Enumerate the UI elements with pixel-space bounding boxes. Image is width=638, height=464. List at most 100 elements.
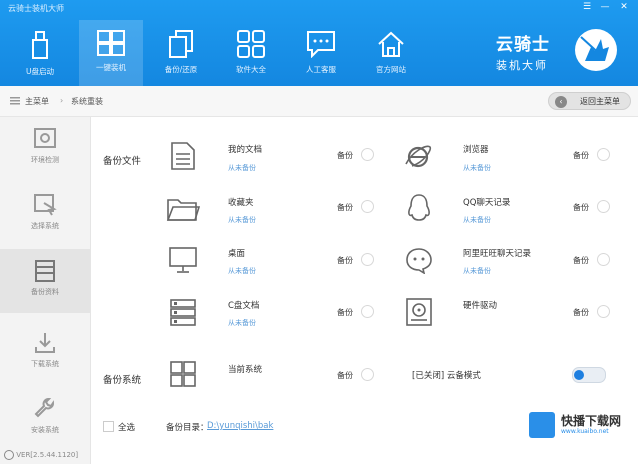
backup-label: 备份 xyxy=(573,308,589,317)
breadcrumb-separator-icon: › xyxy=(60,96,64,105)
software-grid-icon xyxy=(237,30,265,58)
backup-data-icon xyxy=(35,260,55,282)
home-icon xyxy=(378,31,404,57)
logo-text-main: 云骑士 xyxy=(496,35,550,55)
usb-drive-icon xyxy=(32,31,48,59)
backup-label: 备份 xyxy=(337,203,353,212)
toolbar-one-click-install[interactable]: 一键装机 xyxy=(79,20,143,86)
backup-dir-label: 备份目录： xyxy=(166,423,209,433)
sidebar-item-label: 选择系统 xyxy=(31,222,59,230)
backup-checkbox-system[interactable] xyxy=(361,368,374,381)
chat-support-icon xyxy=(307,31,335,58)
backup-label: 备份 xyxy=(337,256,353,265)
backup-label: 备份 xyxy=(337,371,353,380)
environment-check-icon xyxy=(34,128,56,148)
sidebar-item-label: 下载系统 xyxy=(31,360,59,368)
toggle-knob xyxy=(574,370,584,380)
sidebar-item-install: 安装系统 xyxy=(0,387,90,451)
back-button-label: 返回主菜单 xyxy=(580,97,620,106)
hardware-driver-icon xyxy=(406,298,432,326)
breadcrumb-current: 系统重装 xyxy=(71,97,103,106)
logo-text-sub: 装机大师 xyxy=(496,59,548,72)
backup-checkbox-favorites[interactable] xyxy=(361,200,374,213)
minimize-icon[interactable]: — xyxy=(598,2,612,12)
toolbar-label: 一键装机 xyxy=(96,63,126,72)
backup-checkbox-hardware-driver[interactable] xyxy=(597,305,610,318)
item-name: 阿里旺旺聊天记录 xyxy=(463,249,532,259)
item-status: 从未备份 xyxy=(228,319,256,327)
select-all-label: 全选 xyxy=(118,423,136,433)
version-text: VER[2.5.44.1120] xyxy=(16,451,79,459)
backup-label: 备份 xyxy=(337,151,353,160)
aliwangwang-icon xyxy=(406,248,432,274)
breadcrumb-home[interactable]: 主菜单 xyxy=(25,96,49,107)
backup-checkbox-qq[interactable] xyxy=(597,200,610,213)
close-icon[interactable]: ✕ xyxy=(617,2,631,12)
menu-icon[interactable]: ☰ xyxy=(580,2,594,12)
backup-label: 备份 xyxy=(573,256,589,265)
folder-icon xyxy=(166,199,200,221)
sidebar-item-label: 备份资料 xyxy=(31,288,59,296)
sidebar-item-select-system: 选择系统 xyxy=(0,183,90,247)
backup-checkbox-desktop[interactable] xyxy=(361,253,374,266)
cloud-backup-toggle[interactable] xyxy=(572,367,606,383)
item-status: 从未备份 xyxy=(463,267,491,275)
brand-logo: 云骑士 装机大师 xyxy=(496,30,550,73)
item-name: QQ聊天记录 xyxy=(463,198,511,208)
backup-checkbox-c-drive[interactable] xyxy=(361,305,374,318)
toolbar-backup-restore[interactable]: 备份/还原 xyxy=(149,20,213,86)
item-status: 从未备份 xyxy=(228,267,256,275)
wrench-icon xyxy=(34,398,54,418)
sidebar-item-download: 下载系统 xyxy=(0,321,90,385)
select-all-checkbox[interactable] xyxy=(103,421,114,432)
watermark-title: 快播下载网 xyxy=(561,414,622,428)
item-status: 从未备份 xyxy=(228,164,256,172)
current-system-name: 当前系统 xyxy=(228,365,263,375)
knight-logo-icon xyxy=(575,29,617,71)
item-name: 硬件驱动 xyxy=(463,301,498,311)
sidebar-item-backup-data: 备份资料 xyxy=(0,249,90,313)
backup-checkbox-aliwangwang[interactable] xyxy=(597,253,610,266)
backup-checkbox-my-documents[interactable] xyxy=(361,148,374,161)
toolbar-usb-boot[interactable]: U盘启动 xyxy=(8,20,72,86)
c-drive-docs-icon xyxy=(170,299,196,326)
backup-checkbox-browser[interactable] xyxy=(597,148,610,161)
qq-penguin-icon xyxy=(408,194,430,221)
sidebar: 环境检测 选择系统 备份资料 下载系统 安装系统 xyxy=(0,117,91,464)
sidebar-item-label: 环境检测 xyxy=(31,156,59,164)
toolbar-label: U盘启动 xyxy=(26,67,54,76)
watermark: 快播下载网 www.kuaibo.net xyxy=(529,410,633,440)
back-arrow-icon: ‹ xyxy=(555,96,567,108)
download-icon xyxy=(35,333,55,353)
toolbar-website[interactable]: 官方网站 xyxy=(359,20,423,86)
browser-ie-icon xyxy=(405,145,432,168)
toolbar-label: 软件大全 xyxy=(236,65,266,74)
toolbar-label: 官方网站 xyxy=(376,65,406,74)
back-to-main-button[interactable]: ‹ 返回主菜单 xyxy=(548,92,631,110)
backup-restore-icon xyxy=(169,30,193,58)
watermark-url: www.kuaibo.net xyxy=(561,428,609,435)
backup-files-section-label: 备份文件 xyxy=(103,156,142,167)
watermark-cube-icon xyxy=(529,412,555,438)
version-info: VER[2.5.44.1120] xyxy=(4,450,78,460)
backup-dir-path[interactable]: D:\yunqishi\bak xyxy=(207,421,273,431)
item-name: 浏览器 xyxy=(463,145,489,155)
backup-label: 备份 xyxy=(573,151,589,160)
document-icon xyxy=(171,142,195,170)
item-status: 从未备份 xyxy=(463,164,491,172)
breadcrumb: 主菜单 › 系统重装 xyxy=(0,86,638,117)
toolbar-support[interactable]: 人工客服 xyxy=(289,20,353,86)
item-status: 从未备份 xyxy=(228,216,256,224)
backup-system-section-label: 备份系统 xyxy=(103,375,142,386)
backup-label: 备份 xyxy=(573,203,589,212)
item-status: 从未备份 xyxy=(463,216,491,224)
backup-label: 备份 xyxy=(337,308,353,317)
menu-lines-icon xyxy=(10,97,20,105)
cloud-backup-mode-text: [已关闭] 云备模式 xyxy=(412,371,481,381)
help-circle-icon[interactable] xyxy=(4,450,14,460)
toolbar-software[interactable]: 软件大全 xyxy=(219,20,283,86)
select-system-icon xyxy=(34,194,57,216)
toolbar-label: 备份/还原 xyxy=(164,65,198,74)
item-name: C盘文档 xyxy=(228,301,260,311)
windows-install-icon xyxy=(97,30,125,56)
